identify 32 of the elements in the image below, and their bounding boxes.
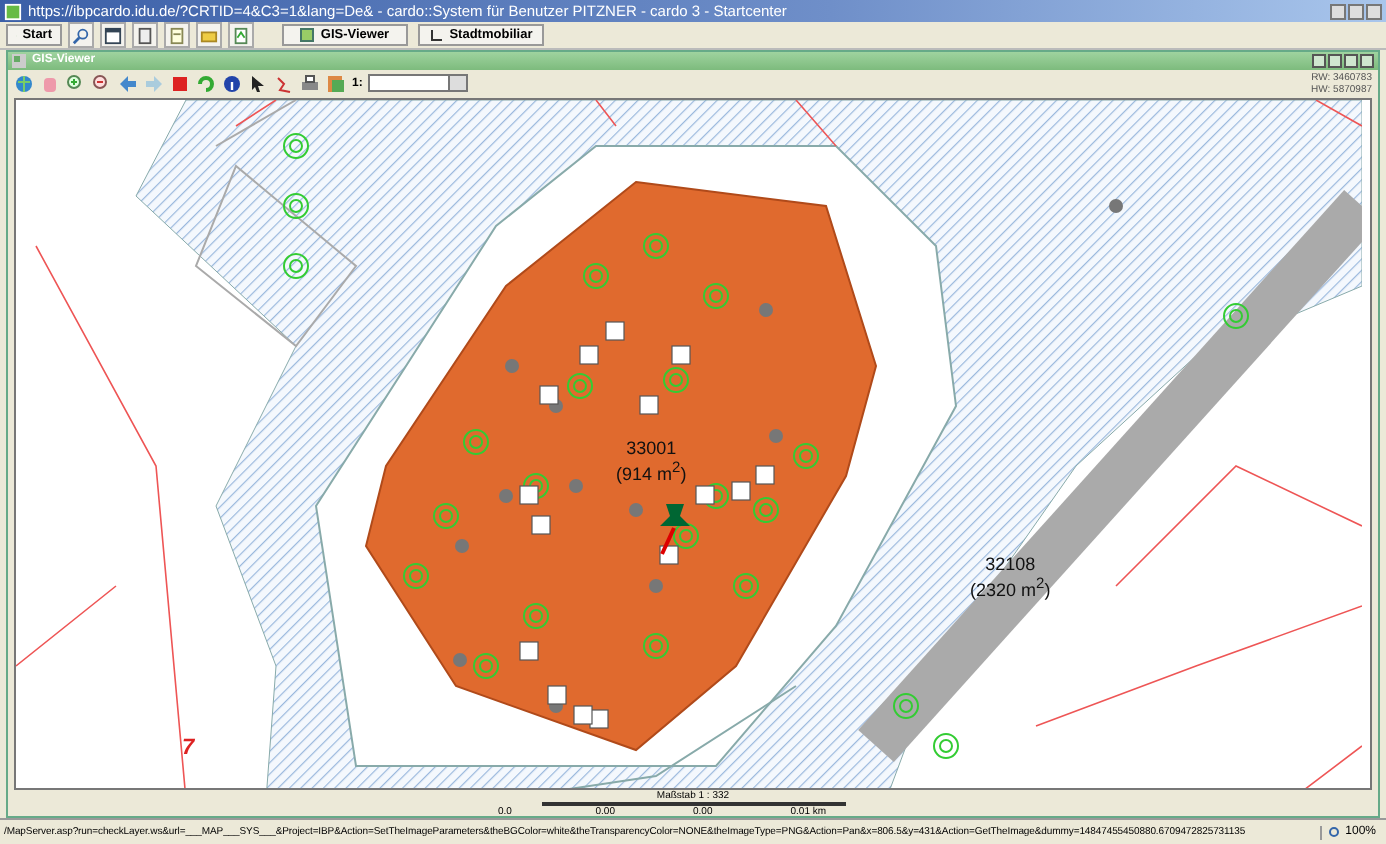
- document-icon[interactable]: [136, 25, 154, 45]
- measure-icon[interactable]: [274, 73, 294, 94]
- back-arrow-icon[interactable]: [118, 73, 138, 94]
- zoom-out-icon[interactable]: [92, 73, 112, 94]
- parcel-number: 7: [182, 735, 195, 760]
- info-icon[interactable]: [222, 73, 242, 94]
- refresh-icon[interactable]: [232, 25, 250, 45]
- scale-select[interactable]: [368, 74, 469, 93]
- minimize-button[interactable]: [1328, 53, 1342, 68]
- area-label: (2320 m$^{2}$): [970, 573, 1051, 600]
- close-button[interactable]: [1366, 3, 1382, 19]
- map-icon: [300, 28, 315, 42]
- close-button[interactable]: [1360, 53, 1374, 68]
- parcel-number: 32108: [983, 553, 1036, 574]
- dropdown-button[interactable]: [1312, 53, 1326, 68]
- printer-icon[interactable]: [300, 73, 320, 94]
- maximize-button[interactable]: [1348, 3, 1364, 19]
- page-icon[interactable]: [4, 1, 22, 21]
- stop-icon[interactable]: [170, 73, 190, 94]
- map-icon: [12, 53, 26, 68]
- cursor-icon[interactable]: [248, 73, 268, 94]
- search-icon[interactable]: [72, 25, 90, 45]
- minimize-button[interactable]: [1330, 3, 1346, 19]
- pushpin-icon: [656, 499, 692, 556]
- globe-icon[interactable]: [14, 73, 34, 94]
- parcel-number: 33001: [624, 437, 679, 458]
- area-label: (914 m$^{2}$): [616, 457, 687, 484]
- restore-button[interactable]: [1344, 53, 1358, 68]
- zoom-in-icon[interactable]: [66, 73, 86, 94]
- window-icon[interactable]: [104, 25, 122, 45]
- magnifier-icon: [1327, 825, 1342, 839]
- document-icon[interactable]: [168, 25, 186, 45]
